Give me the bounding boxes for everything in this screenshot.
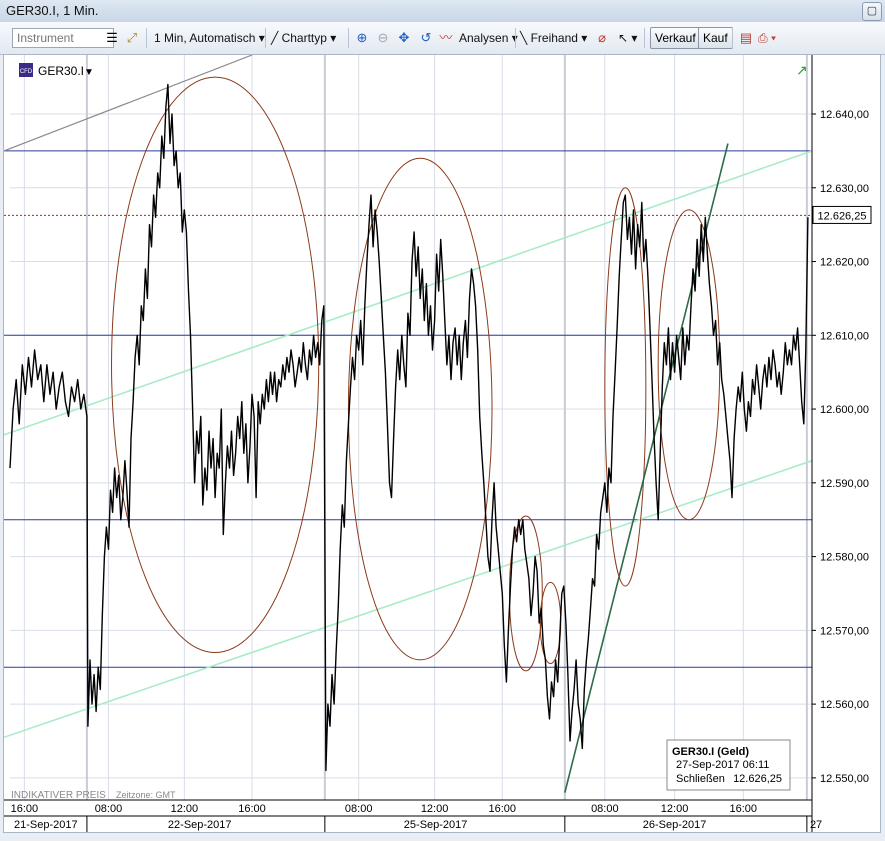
instrument-search-input[interactable] — [12, 28, 114, 48]
x-time-label: 16:00 — [730, 803, 758, 815]
window-title: GER30.I, 1 Min. — [6, 3, 99, 18]
toolbar-divider — [265, 28, 266, 48]
x-time-label: 16:00 — [489, 803, 517, 815]
interval-dropdown[interactable]: 1 Min, Automatisch ▾ — [154, 28, 265, 48]
fit-chart-icon[interactable]: ✥ — [396, 30, 412, 46]
toolbar-divider — [146, 28, 147, 48]
instrument-header[interactable]: CFD GER30.I ▼ — [19, 63, 94, 78]
y-tick-label: 12.640,00 — [820, 109, 869, 121]
info-box-datetime: 27-Sep-2017 06:11 — [676, 759, 769, 771]
annotation-ellipse[interactable] — [604, 187, 647, 587]
x-time-label: 12:00 — [661, 803, 689, 815]
interval-label: 1 Min, Automatisch — [154, 31, 256, 45]
cfd-logo-text: CFD — [20, 69, 33, 75]
x-time-label: 12:00 — [421, 803, 449, 815]
instrument-name: GER30.I — [38, 64, 84, 78]
timezone-label: Zeitzone: GMT — [116, 790, 176, 800]
zoom-in-icon[interactable]: ⊕ — [354, 30, 370, 46]
chart-frame: 12.550,00 12.560,00 12.570,00 12.580,00 12.5… — [3, 54, 881, 833]
eraser-icon[interactable]: ⌀ — [594, 30, 610, 46]
info-box-close-label: Schließen — [676, 773, 725, 785]
freihand-label: Freihand — [530, 31, 578, 45]
verkauf-button[interactable]: Verkauf — [650, 27, 701, 49]
y-tick-label: 12.580,00 — [820, 552, 869, 564]
y-tick-label: 12.600,00 — [820, 404, 869, 416]
info-box: GER30.I (Geld) 27-Sep-2017 06:11 Schließ… — [666, 739, 791, 791]
annotation-ellipse[interactable] — [657, 209, 721, 521]
annotation-ellipse[interactable] — [539, 581, 562, 665]
price-chart[interactable]: 12.550,00 12.560,00 12.570,00 12.580,00 12.5… — [3, 54, 880, 832]
zoom-out-icon[interactable]: ⊖ — [375, 30, 391, 46]
x-time-label: 08:00 — [95, 803, 123, 815]
chart-toolbar: ☰ ⤢ 1 Min, Automatisch ▾ ╱ Charttyp ▾ ⊕ … — [0, 22, 885, 78]
maximize-button[interactable]: ▢ — [862, 2, 882, 21]
analysis-icon: 〰 — [439, 30, 453, 45]
charttype-label: Charttyp — [281, 31, 327, 45]
lower-channel-line[interactable] — [3, 459, 813, 739]
y-tick-label: 12.620,00 — [820, 257, 869, 269]
print-icon: ⎙ — [758, 31, 768, 45]
cursor-icon: ↖ — [618, 31, 629, 45]
x-date-label: 25-Sep-2017 — [404, 819, 468, 831]
y-tick-label: 12.610,00 — [820, 330, 869, 342]
x-date-label: 22-Sep-2017 — [168, 819, 232, 831]
compare-chart-icon[interactable]: ⤢ — [124, 30, 140, 46]
freihand-dropdown[interactable]: ╲ Freihand ▾ — [520, 28, 587, 48]
x-time-label: 16:00 — [11, 803, 39, 815]
x-time-label: 08:00 — [345, 803, 373, 815]
y-tick-label: 12.560,00 — [820, 699, 869, 711]
instrument-menu-icon[interactable]: ▼ — [84, 67, 94, 78]
cursor-dropdown[interactable]: ↖ ▾ — [618, 28, 637, 48]
toolbar-divider — [644, 28, 645, 48]
x-date-label: 27 — [810, 819, 822, 831]
analysen-dropdown[interactable]: Analysen ▾ — [459, 28, 518, 48]
window-titlebar: GER30.I, 1 Min. ▢ — [0, 0, 885, 22]
kauf-button[interactable]: Kauf — [698, 27, 733, 49]
toolbar-divider — [515, 28, 516, 48]
analysen-label: Analysen — [459, 31, 509, 45]
info-box-close-value: 12.626,25 — [733, 773, 782, 785]
y-tick-label: 12.570,00 — [820, 625, 869, 637]
charttype-dropdown[interactable]: ╱ Charttyp ▾ — [271, 28, 336, 48]
y-tick-label: 12.630,00 — [820, 183, 869, 195]
last-price-label: 12.626,25 — [818, 210, 867, 222]
line-chart-icon: ╱ — [271, 31, 279, 45]
info-box-title: GER30.I (Geld) — [672, 746, 749, 758]
chart-settings-icon[interactable]: ▤ — [738, 30, 754, 46]
draw-line-icon: ╲ — [520, 31, 528, 45]
indicative-price-label: INDIKATIVER PREIS — [11, 790, 106, 801]
toolbar-divider — [732, 28, 733, 48]
x-time-label: 12:00 — [171, 803, 199, 815]
print-dropdown[interactable]: ⎙ ▾ — [758, 28, 776, 48]
x-time-label: 16:00 — [238, 803, 266, 815]
reset-icon[interactable]: ↺ — [418, 30, 434, 46]
instrument-list-icon[interactable]: ☰ — [104, 30, 120, 46]
x-date-label: 21-Sep-2017 — [14, 819, 78, 831]
x-time-label: 08:00 — [591, 803, 619, 815]
toolbar-divider — [348, 28, 349, 48]
y-tick-label: 12.590,00 — [820, 478, 869, 490]
x-date-label: 26-Sep-2017 — [643, 819, 707, 831]
live-trend-icon: ↗ — [796, 62, 808, 78]
y-tick-label: 12.550,00 — [820, 773, 869, 785]
